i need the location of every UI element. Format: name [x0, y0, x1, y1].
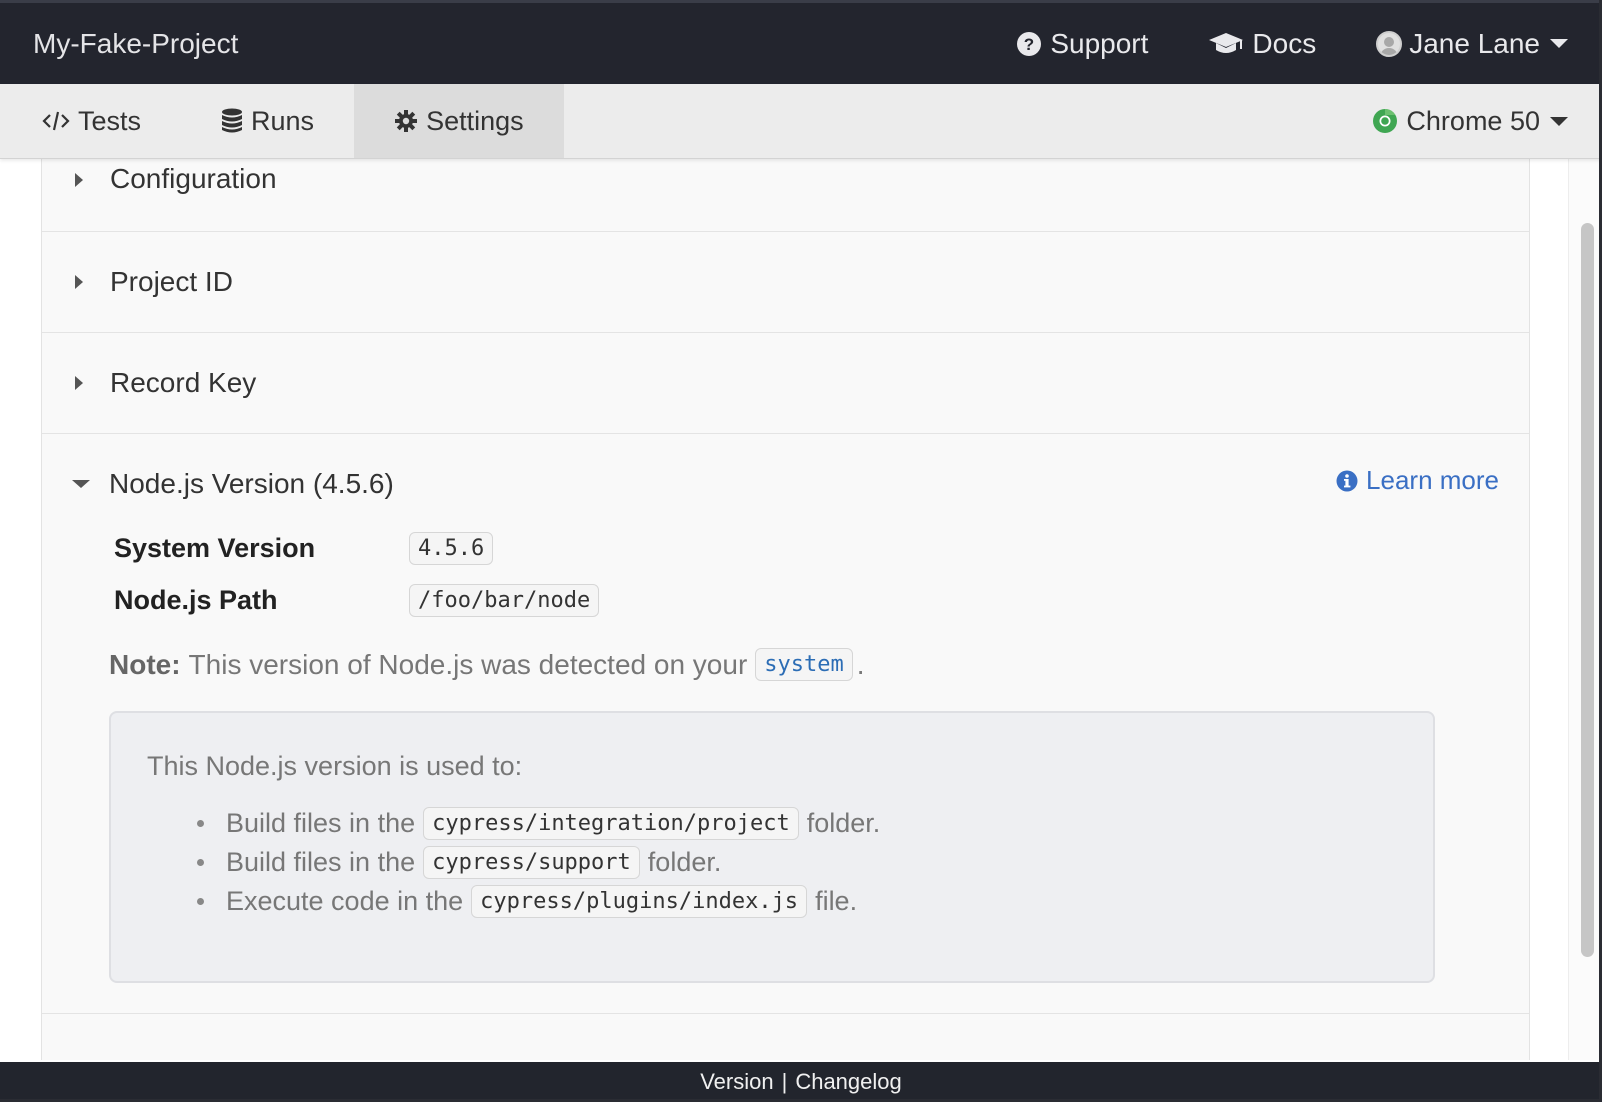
- list-item-code: cypress/support: [423, 846, 640, 879]
- changelog-link[interactable]: Changelog: [795, 1069, 901, 1095]
- code-icon: [42, 110, 70, 132]
- settings-content: Configuration Project ID Record Key Node…: [0, 159, 1602, 1060]
- list-item-prefix: Build files in the: [226, 808, 416, 838]
- learn-more-link[interactable]: Learn more: [1336, 465, 1499, 496]
- footer-separator: |: [781, 1069, 788, 1094]
- project-name: My-Fake-Project: [33, 27, 239, 59]
- list-item-code: cypress/integration/project: [423, 807, 799, 840]
- system-version-value: 4.5.6: [409, 531, 494, 565]
- list-item-suffix: file.: [815, 886, 858, 916]
- section-project-id-header[interactable]: Project ID: [42, 232, 1529, 332]
- note-code: system: [755, 648, 853, 681]
- svg-text:?: ?: [1024, 35, 1034, 54]
- list-item: Execute code in the cypress/plugins/inde…: [195, 882, 1397, 921]
- settings-panel: Configuration Project ID Record Key Node…: [41, 159, 1530, 1060]
- avatar: [1376, 30, 1403, 57]
- tab-settings-label: Settings: [426, 105, 524, 136]
- section-record-key-title: Record Key: [110, 367, 257, 398]
- caret-down-icon: [1550, 39, 1568, 48]
- system-version-row: System Version 4.5.6: [114, 522, 1529, 574]
- user-menu[interactable]: Jane Lane: [1376, 28, 1568, 60]
- caret-right-icon: [75, 275, 83, 289]
- caret-down-icon: [72, 480, 90, 488]
- info-circle-icon: [1336, 470, 1358, 492]
- note-text: This version of Node.js was detected on …: [188, 648, 748, 680]
- user-name: Jane Lane: [1409, 27, 1540, 59]
- gear-icon: [394, 109, 418, 133]
- tab-tests-label: Tests: [78, 105, 142, 136]
- node-path-row: Node.js Path /foo/bar/node: [114, 574, 1529, 626]
- learn-more-label: Learn more: [1366, 465, 1499, 495]
- list-item: Build files in the cypress/support folde…: [195, 843, 1397, 882]
- tab-runs[interactable]: Runs: [181, 84, 354, 158]
- note-end: .: [856, 648, 865, 680]
- section-node-version-header[interactable]: Node.js Version (4.5.6): [42, 434, 1529, 534]
- tab-tests[interactable]: Tests: [0, 84, 181, 158]
- scrollbar-thumb[interactable]: [1581, 223, 1594, 957]
- list-item-prefix: Build files in the: [226, 847, 416, 877]
- list-item-suffix: folder.: [647, 847, 722, 877]
- tab-settings[interactable]: Settings: [354, 84, 564, 158]
- section-configuration: Configuration: [42, 159, 1529, 232]
- usage-list: Build files in the cypress/integration/p…: [195, 804, 1397, 921]
- note-label: Note:: [109, 648, 181, 680]
- chrome-icon: [1372, 108, 1398, 134]
- support-link[interactable]: ? Support: [1016, 28, 1148, 60]
- section-project-id: Project ID: [42, 232, 1529, 333]
- section-record-key-header[interactable]: Record Key: [42, 333, 1529, 433]
- graduation-cap-icon: [1208, 31, 1244, 57]
- database-icon: [221, 108, 243, 134]
- top-navbar: My-Fake-Project ? Support Docs Jane Lane: [0, 0, 1602, 84]
- tab-bar: Tests Runs Settings Chrome 50: [0, 84, 1602, 159]
- support-label: Support: [1050, 27, 1149, 59]
- note: Note: This version of Node.js was detect…: [109, 648, 1529, 681]
- node-path-label: Node.js Path: [114, 584, 278, 615]
- section-configuration-header[interactable]: Configuration: [42, 159, 1529, 231]
- caret-right-icon: [75, 173, 83, 187]
- caret-down-icon: [1550, 116, 1568, 126]
- version-link[interactable]: Version: [700, 1069, 773, 1095]
- browser-selector[interactable]: Chrome 50: [1372, 106, 1568, 137]
- list-item-prefix: Execute code in the: [226, 886, 464, 916]
- section-record-key: Record Key: [42, 333, 1529, 434]
- tab-runs-label: Runs: [251, 105, 315, 136]
- section-project-id-title: Project ID: [110, 266, 233, 297]
- infobox-lead: This Node.js version is used to:: [147, 751, 523, 781]
- section-node-version: Node.js Version (4.5.6) Learn more Syste…: [42, 434, 1529, 1014]
- docs-link[interactable]: Docs: [1208, 28, 1316, 60]
- node-path-value: /foo/bar/node: [409, 583, 600, 617]
- docs-label: Docs: [1252, 27, 1317, 59]
- list-item-code: cypress/plugins/index.js: [471, 885, 808, 918]
- list-item-suffix: folder.: [806, 808, 881, 838]
- section-configuration-title: Configuration: [110, 163, 277, 194]
- list-item: Build files in the cypress/integration/p…: [195, 804, 1397, 843]
- caret-right-icon: [75, 376, 83, 390]
- browser-label: Chrome 50: [1406, 105, 1540, 136]
- top-nav-links: ? Support Docs Jane Lane: [1016, 3, 1602, 84]
- question-circle-icon: ?: [1016, 31, 1042, 57]
- footer: Version | Changelog: [0, 1062, 1602, 1102]
- node-version-details: System Version 4.5.6 Node.js Path /foo/b…: [42, 522, 1529, 1013]
- node-usage-infobox: This Node.js version is used to: Build f…: [109, 711, 1435, 983]
- scrollbar[interactable]: [1568, 159, 1602, 1060]
- system-version-label: System Version: [114, 532, 316, 563]
- section-node-version-title: Node.js Version (4.5.6): [109, 468, 394, 499]
